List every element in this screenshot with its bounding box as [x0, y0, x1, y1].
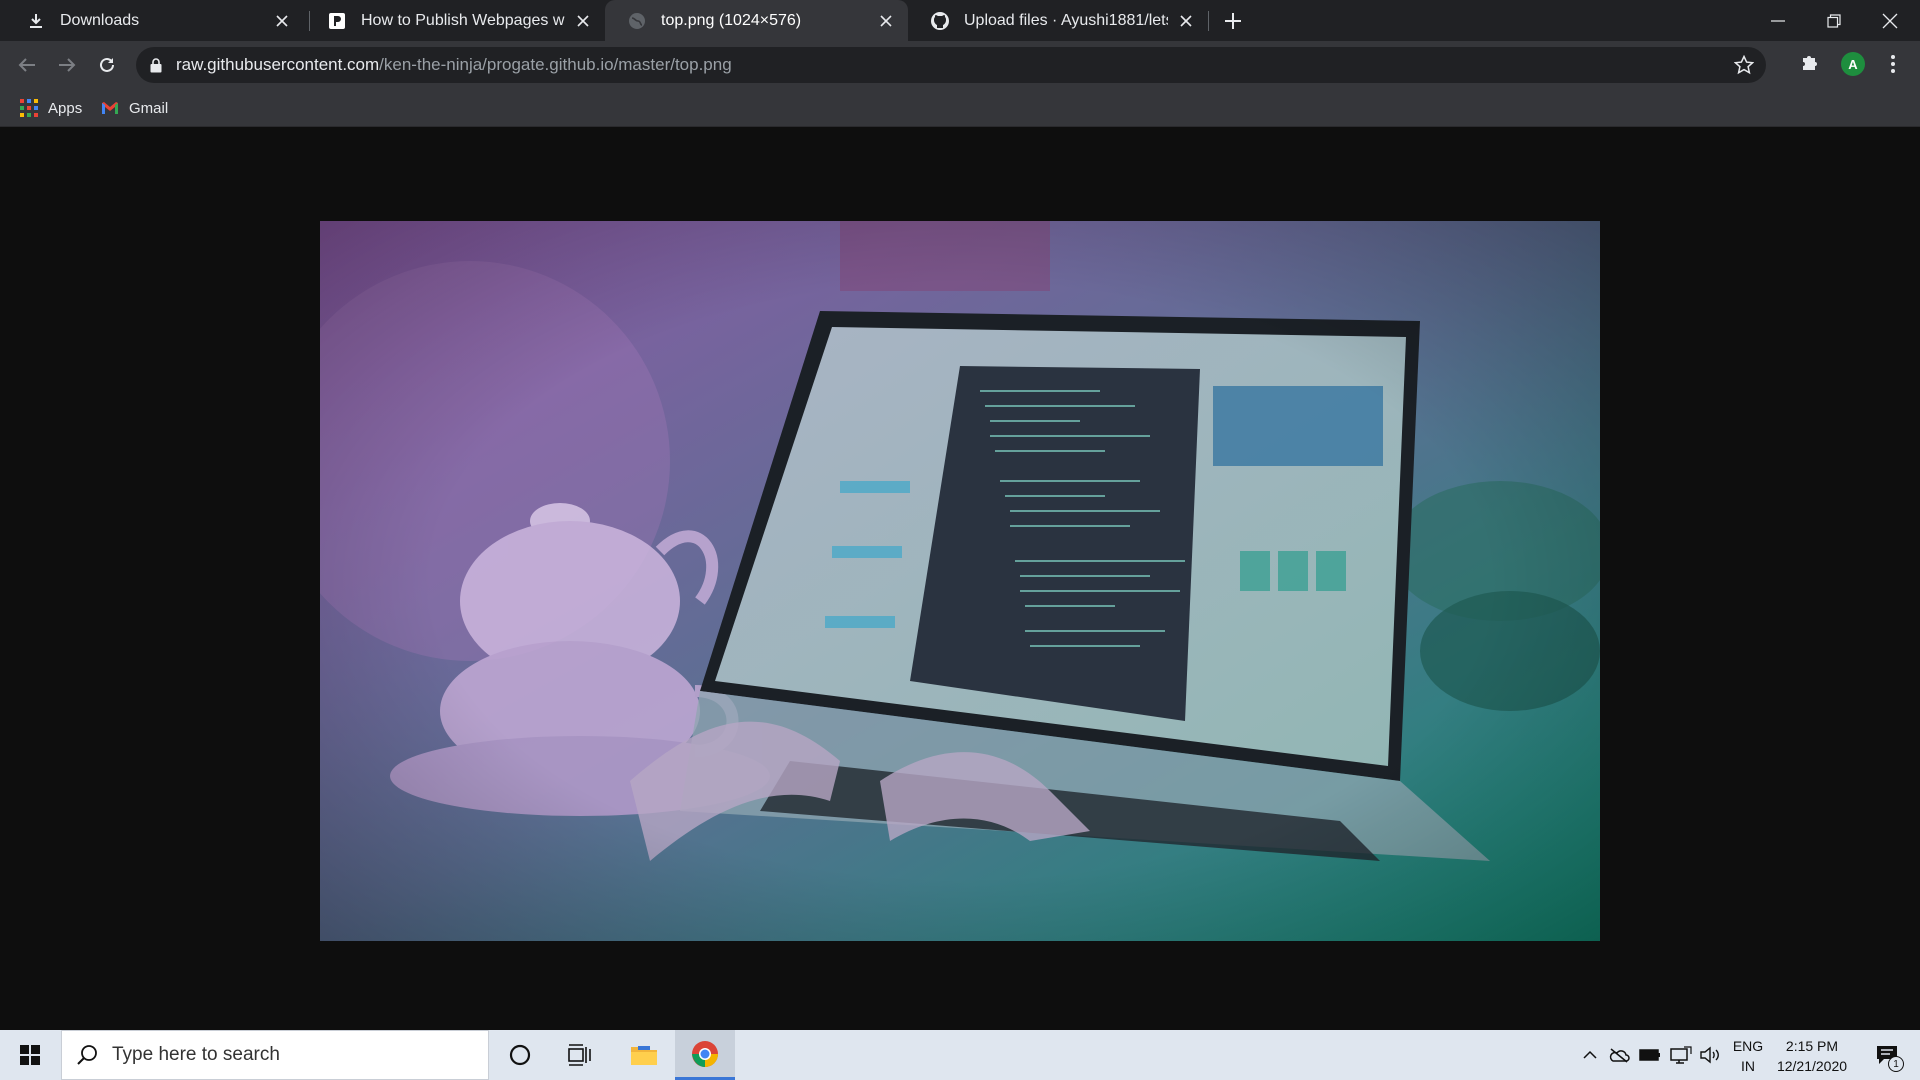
action-center-button[interactable]: 1 — [1862, 1030, 1912, 1080]
gmail-icon — [101, 99, 119, 117]
bookmark-star-icon[interactable] — [1734, 55, 1754, 75]
forward-button[interactable] — [53, 51, 81, 79]
volume-tray-button[interactable] — [1697, 1030, 1723, 1080]
tab-separator — [1208, 11, 1209, 31]
windows-logo-icon — [20, 1045, 40, 1065]
tab-publish-webpages[interactable]: How to Publish Webpages with G — [305, 0, 605, 41]
search-icon — [76, 1044, 98, 1066]
notification-count-badge: 1 — [1888, 1056, 1904, 1072]
battery-tray-button[interactable] — [1637, 1030, 1663, 1080]
close-window-button[interactable] — [1862, 0, 1918, 41]
extensions-puzzle-icon[interactable] — [1799, 51, 1821, 73]
clock-time: 2:15 PM — [1785, 1038, 1839, 1054]
close-tab-icon[interactable] — [573, 11, 593, 31]
back-arrow-icon — [18, 58, 35, 72]
bookmark-apps[interactable]: Apps — [20, 97, 82, 119]
close-tab-icon[interactable] — [272, 11, 292, 31]
chevron-up-icon — [1583, 1050, 1597, 1059]
task-view-icon — [568, 1044, 591, 1066]
network-icon — [1670, 1046, 1692, 1064]
windows-taskbar: Type here to search ENG IN 2:15 PM 12/21… — [0, 1030, 1920, 1080]
tab-title: top.png (1024×576) — [661, 11, 802, 29]
tab-downloads[interactable]: Downloads — [4, 0, 304, 41]
chrome-icon — [692, 1040, 718, 1067]
close-icon — [1882, 13, 1898, 28]
apps-grid-icon — [20, 99, 38, 117]
lang-line1: ENG — [1732, 1038, 1764, 1054]
cortana-circle-icon — [509, 1044, 531, 1066]
taskbar-search-input[interactable]: Type here to search — [61, 1030, 489, 1080]
displayed-image[interactable] — [320, 221, 1600, 941]
bookmark-label: Gmail — [129, 99, 169, 117]
folder-icon — [631, 1046, 657, 1065]
restore-icon — [1827, 13, 1841, 28]
show-hidden-icons-button[interactable] — [1578, 1030, 1602, 1080]
network-tray-button[interactable] — [1668, 1030, 1694, 1080]
lock-icon — [150, 57, 164, 73]
clock-date: 12/21/2020 — [1776, 1058, 1848, 1074]
page-icon — [327, 11, 347, 31]
bookmark-label: Apps — [48, 99, 83, 117]
download-icon — [26, 11, 46, 31]
bookmark-gmail[interactable]: Gmail — [101, 97, 168, 119]
profile-avatar[interactable]: A — [1841, 52, 1865, 76]
back-button[interactable] — [13, 51, 41, 79]
battery-icon — [1639, 1049, 1660, 1061]
reload-button[interactable] — [93, 51, 121, 79]
search-placeholder: Type here to search — [112, 1044, 280, 1065]
language-indicator[interactable]: ENG IN — [1728, 1036, 1768, 1076]
address-bar[interactable]: raw.githubusercontent.com/ken-the-ninja/… — [136, 47, 1766, 83]
url-path: /ken-the-ninja/progate.github.io/master/… — [379, 55, 732, 74]
minimize-icon — [1771, 19, 1785, 22]
bookmarks-bar: Apps Gmail — [0, 89, 1920, 127]
tab-title: Upload files · Ayushi1881/lets_ro — [964, 11, 1168, 29]
tab-strip: Downloads How to Publish Webpages with G… — [0, 0, 1920, 41]
lang-line2: IN — [1741, 1058, 1755, 1074]
cortana-button[interactable] — [490, 1030, 550, 1080]
reload-icon — [100, 57, 114, 72]
github-icon — [930, 11, 950, 31]
new-tab-button[interactable] — [1220, 8, 1246, 34]
cloud-icon — [1609, 1048, 1630, 1063]
restore-button[interactable] — [1806, 0, 1862, 41]
clock[interactable]: 2:15 PM 12/21/2020 — [1770, 1036, 1854, 1076]
task-view-button[interactable] — [550, 1030, 610, 1080]
forward-arrow-icon — [59, 58, 76, 72]
tab-title: Downloads — [60, 11, 140, 29]
plus-icon — [1225, 13, 1241, 29]
page-viewport — [0, 128, 1920, 1030]
close-tab-icon[interactable] — [876, 11, 896, 31]
menu-kebab-icon[interactable] — [1882, 52, 1904, 76]
tab-title: How to Publish Webpages with G — [361, 11, 565, 29]
speaker-icon — [1700, 1046, 1719, 1064]
file-explorer-button[interactable] — [614, 1030, 674, 1080]
onedrive-tray-button[interactable] — [1606, 1030, 1632, 1080]
tab-upload-files[interactable]: Upload files · Ayushi1881/lets_ro — [908, 0, 1208, 41]
tab-top-png[interactable]: top.png (1024×576) — [605, 0, 908, 41]
minimize-button[interactable] — [1750, 0, 1806, 41]
start-button[interactable] — [0, 1030, 60, 1080]
close-tab-icon[interactable] — [1176, 11, 1196, 31]
browser-toolbar: raw.githubusercontent.com/ken-the-ninja/… — [0, 41, 1920, 89]
url-host: raw.githubusercontent.com — [176, 55, 380, 74]
url-text[interactable]: raw.githubusercontent.com/ken-the-ninja/… — [176, 55, 732, 75]
chrome-taskbar-button[interactable] — [675, 1030, 735, 1080]
globe-icon — [627, 11, 647, 31]
